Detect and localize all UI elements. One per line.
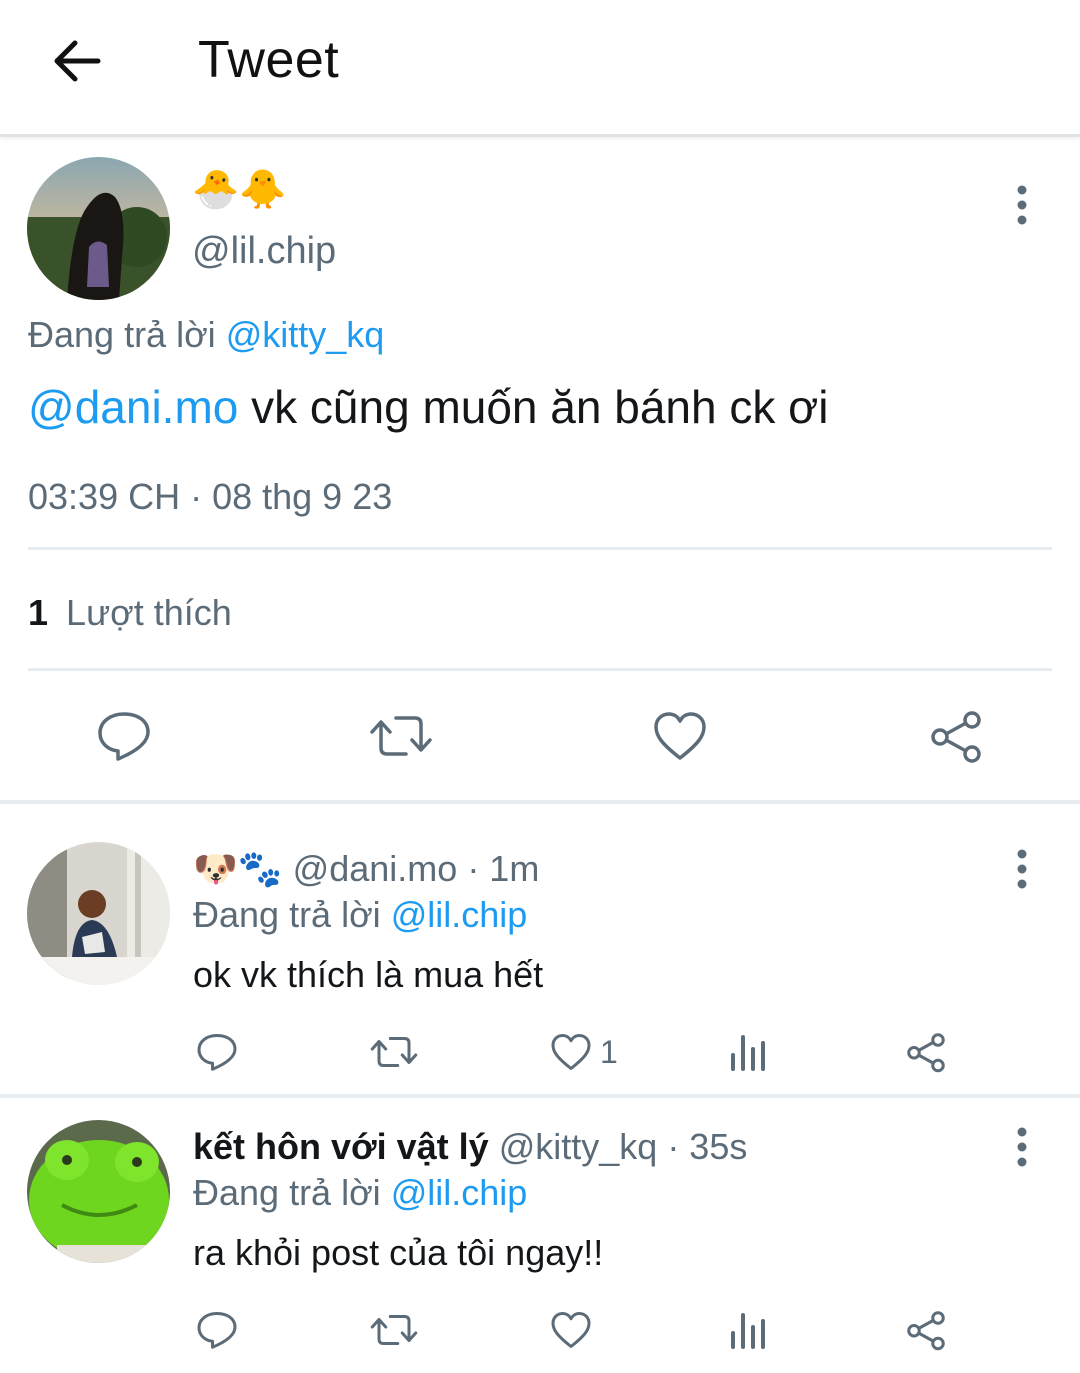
display-name: 🐶🐾 [193,848,283,889]
analytics-icon [731,1313,765,1349]
share-icon [931,711,981,763]
heart-icon [551,1034,591,1070]
avatar[interactable] [27,1120,170,1263]
display-name: kết hôn với vật lý [193,1126,489,1167]
reply-icon [197,1034,237,1071]
analytics-button[interactable] [728,1309,770,1351]
divider [28,668,1052,671]
analytics-icon [731,1035,765,1071]
share-button[interactable] [928,708,984,764]
replying-to-line: Đang trả lời @kitty_kq [28,314,384,356]
section-divider [0,1094,1080,1098]
top-app-bar [0,0,1080,137]
replying-to-link[interactable]: @lil.chip [391,894,528,935]
heart-icon [551,1312,591,1348]
retweet-button[interactable] [369,1031,419,1073]
avatar[interactable] [27,842,170,985]
reply-text: ok vk thích là mua hết [193,954,544,995]
display-name: 🐣🐥 [192,169,287,211]
like-count: 1 [600,1034,618,1070]
share-icon [907,1033,945,1073]
like-button[interactable] [652,708,708,764]
like-button[interactable] [550,1031,592,1073]
reply-icon [98,712,150,761]
reply-text: ra khỏi post của tôi ngay!! [193,1232,604,1273]
tweet-body: vk cũng muốn ăn bánh ck ơi [251,381,829,433]
share-button[interactable] [905,1309,947,1351]
retweet-icon [370,1315,418,1345]
replying-label: Đang trả lời [193,894,381,935]
reply-button[interactable] [196,1031,238,1073]
like-button[interactable] [550,1309,592,1351]
heart-icon [654,712,706,760]
mention-link[interactable]: @dani.mo [28,381,238,433]
retweet-button[interactable] [369,1309,419,1351]
replying-to-line: Đang trả lời @lil.chip [193,1172,527,1214]
avatar[interactable] [27,157,170,300]
replying-to-link[interactable]: @kitty_kq [226,314,385,355]
retweet-icon [370,716,432,756]
reply-header: kết hôn với vật lý @kitty_kq · 35s [193,1126,747,1168]
replying-label: Đang trả lời [193,1172,381,1213]
reply-time: · 1m [467,848,540,889]
likes-count: 1 [28,592,49,633]
reply-header: 🐶🐾 @dani.mo · 1m [193,848,539,890]
retweet-button[interactable] [368,708,434,764]
replying-to-line: Đang trả lời @lil.chip [193,894,527,936]
divider [28,547,1052,550]
timestamp: 03:39 CH · 08 thg 9 23 [28,476,393,517]
analytics-button[interactable] [728,1031,770,1073]
retweet-icon [370,1037,418,1067]
replying-label: Đang trả lời [28,314,216,355]
reply-time: · 35s [667,1126,748,1167]
handle[interactable]: @dani.mo [293,848,458,889]
handle[interactable]: @kitty_kq [499,1126,658,1167]
more-options-icon[interactable] [1014,1127,1030,1167]
more-options-icon[interactable] [1014,849,1030,889]
likes-label: Lượt thích [66,592,232,633]
back-arrow-icon[interactable] [50,34,104,88]
reply-button[interactable] [196,1309,238,1351]
section-divider [0,800,1080,804]
replying-to-link[interactable]: @lil.chip [391,1172,528,1213]
handle[interactable]: @lil.chip [192,230,336,273]
share-button[interactable] [905,1031,947,1073]
likes-summary[interactable]: 1 Lượt thích [28,592,232,634]
more-options-icon[interactable] [1014,185,1030,225]
page-title: Tweet [198,31,340,89]
reply-icon [197,1312,237,1349]
share-icon [907,1311,945,1351]
reply-button[interactable] [96,708,152,764]
tweet-text: @dani.mo vk cũng muốn ăn bánh ck ơi [28,380,829,434]
